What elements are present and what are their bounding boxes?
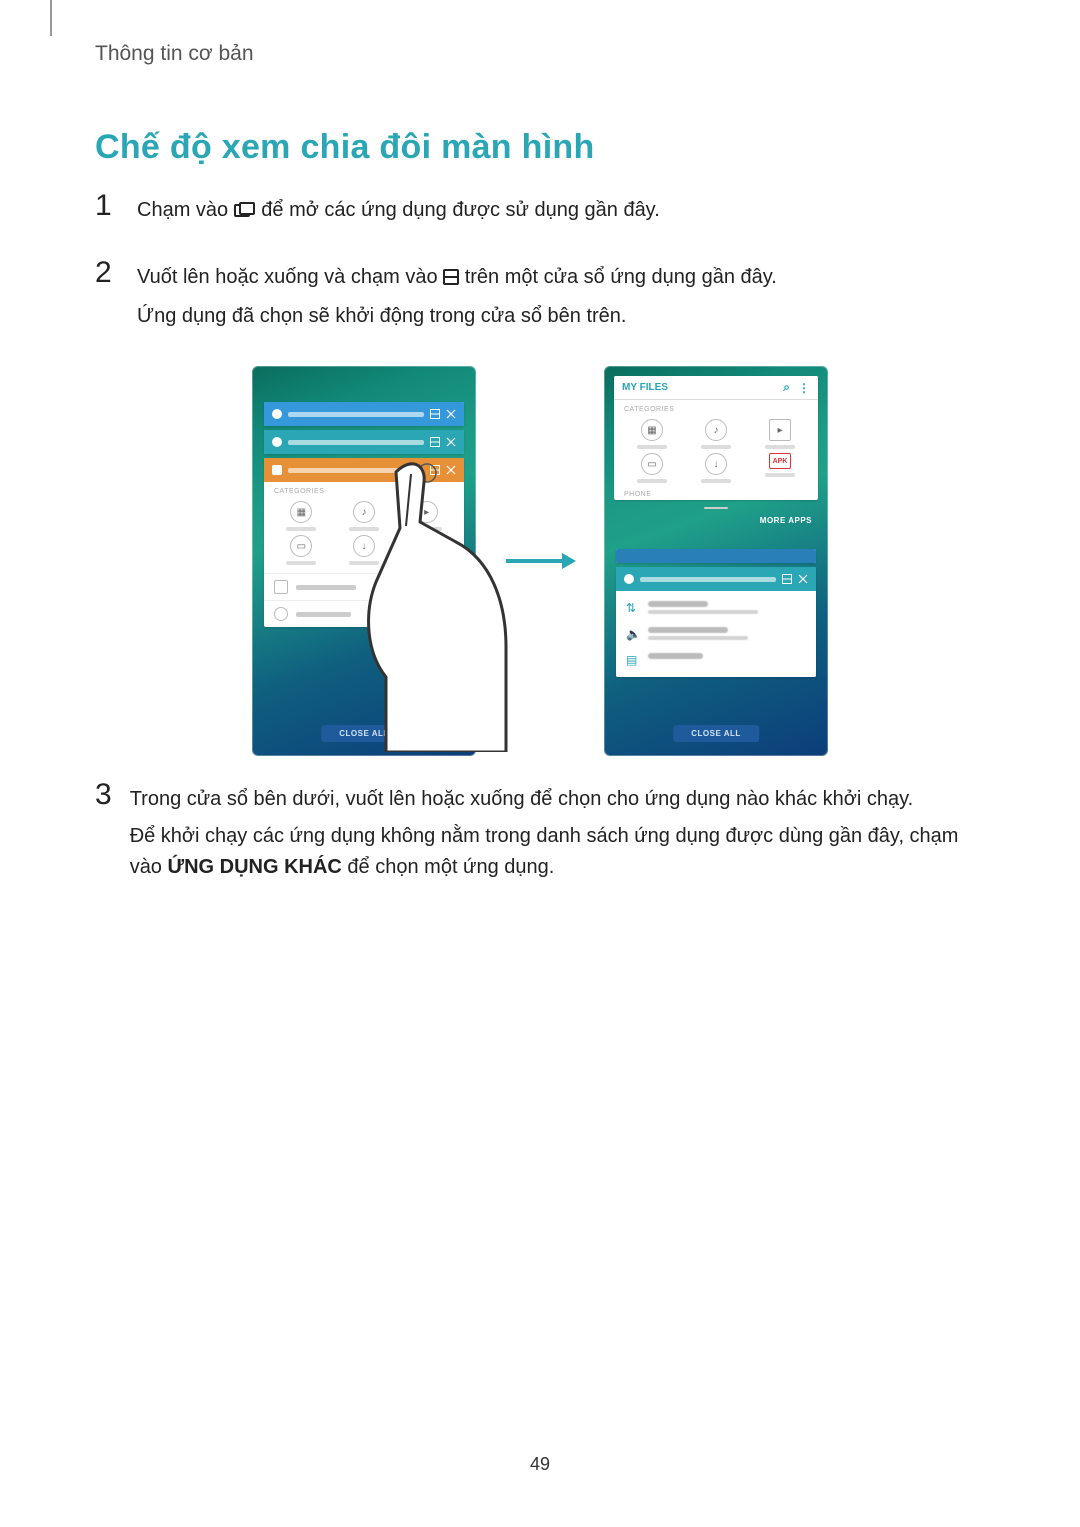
splitview-icon [782,574,792,584]
gear-icon [272,437,282,447]
category-grid: ▦ ♪ ▸ ▭ ↓ APK [264,497,464,573]
audio-icon: ♪ [705,419,727,441]
page-title: Chế độ xem chia đôi màn hình [95,128,985,167]
storage-row [264,573,464,600]
video-icon: ▸ [416,501,438,523]
close-all-button: CLOSE ALL [673,725,759,742]
step-number: 1 [95,191,119,221]
step-number: 3 [95,780,112,810]
storage-label [296,585,356,590]
card-title [288,412,424,417]
page-number: 49 [0,1454,1080,1475]
close-icon [446,437,456,447]
myfiles-header: MY FILES ⌕ ⋮ [614,376,818,400]
drive-row [264,600,464,627]
download-icon: ↓ [353,535,375,557]
phone-storage-icon [274,580,288,594]
splitview-icon [430,409,440,419]
categories-label: CATEGORIES [264,482,464,497]
step-3-line1: Trong cửa sổ bên dưới, vuốt lên hoặc xuố… [130,784,985,815]
recent-card-internet [264,402,464,426]
split-handle [610,504,822,512]
close-all-button: CLOSE ALL [321,725,407,742]
arrow-right-icon [504,551,576,571]
myfiles-title: MY FILES [622,382,668,393]
folder-icon [272,465,282,475]
illustration: CATEGORIES ▦ ♪ ▸ ▭ ↓ APK [95,366,985,756]
splitview-icon [443,264,459,295]
search-icon: ⌕ [783,380,790,395]
section-header: Thông tin cơ bản [95,0,985,66]
image-icon: ▦ [290,501,312,523]
close-icon [446,465,456,475]
audio-icon: ♪ [353,501,375,523]
settings-list: ⇅ 🔈 ▤ [616,591,816,677]
phone-label: PHONE [614,491,818,500]
video-icon: ▸ [769,419,791,441]
step-3-bold: ỨNG DỤNG KHÁC [168,856,342,878]
card-title [288,440,424,445]
step-2-before: Vuốt lên hoặc xuống và chạm vào [137,266,443,288]
step-1-text: Chạm vào để mở các ứng dụng được sử dụng… [137,195,660,228]
more-icon: ⋮ [798,381,810,395]
step-3-line2: Để khởi chạy các ứng dụng không nằm tron… [130,821,985,883]
step-2: 2 Vuốt lên hoặc xuống và chạm vào trên m… [95,258,985,338]
notifications-icon: ▤ [626,653,640,667]
download-icon: ↓ [705,453,727,475]
step-3: 3 Trong cửa sổ bên dưới, vuốt lên hoặc x… [95,780,985,889]
drive-icon [274,607,288,621]
apk-icon: APK [769,453,791,469]
side-rule [50,0,52,36]
step-3-after-bold: để chọn một ứng dụng. [342,856,554,878]
apk-icon: APK [416,535,438,551]
splitview-icon [430,437,440,447]
category-grid: ▦ ♪ ▸ ▭ ↓ APK [614,415,818,491]
close-icon [798,574,808,584]
card-title [288,468,424,473]
gear-icon [624,574,634,584]
document-icon: ▭ [641,453,663,475]
close-icon [446,409,456,419]
step-2-line2: Ứng dụng đã chọn sẽ khởi động trong cửa … [137,301,777,332]
recents-icon [234,197,256,228]
step-2-line1: Vuốt lên hoặc xuống và chạm vào trên một… [137,262,777,295]
phone-left: CATEGORIES ▦ ♪ ▸ ▭ ↓ APK [252,366,476,756]
tap-indicator-icon [416,462,438,484]
image-icon: ▦ [641,419,663,441]
recent-card-browser [616,549,816,563]
card-title [640,577,776,582]
step-1: 1 Chạm vào để mở các ứng dụng được sử dụ… [95,191,985,234]
categories-label: CATEGORIES [614,400,818,415]
step-number: 2 [95,258,119,288]
connections-icon: ⇅ [626,601,640,615]
drive-label [296,612,351,617]
document-icon: ▭ [290,535,312,557]
recent-card-settings [264,430,464,454]
recent-card-settings [616,567,816,591]
sound-icon: 🔈 [626,627,640,641]
step-1-after: để mở các ứng dụng được sử dụng gần đây. [261,199,659,221]
phone-right: MY FILES ⌕ ⋮ CATEGORIES ▦ ♪ ▸ ▭ ↓ APK [604,366,828,756]
step-2-after: trên một cửa sổ ứng dụng gần đây. [465,266,777,288]
globe-icon [272,409,282,419]
more-apps-label: MORE APPS [610,512,822,527]
step-1-before: Chạm vào [137,199,234,221]
